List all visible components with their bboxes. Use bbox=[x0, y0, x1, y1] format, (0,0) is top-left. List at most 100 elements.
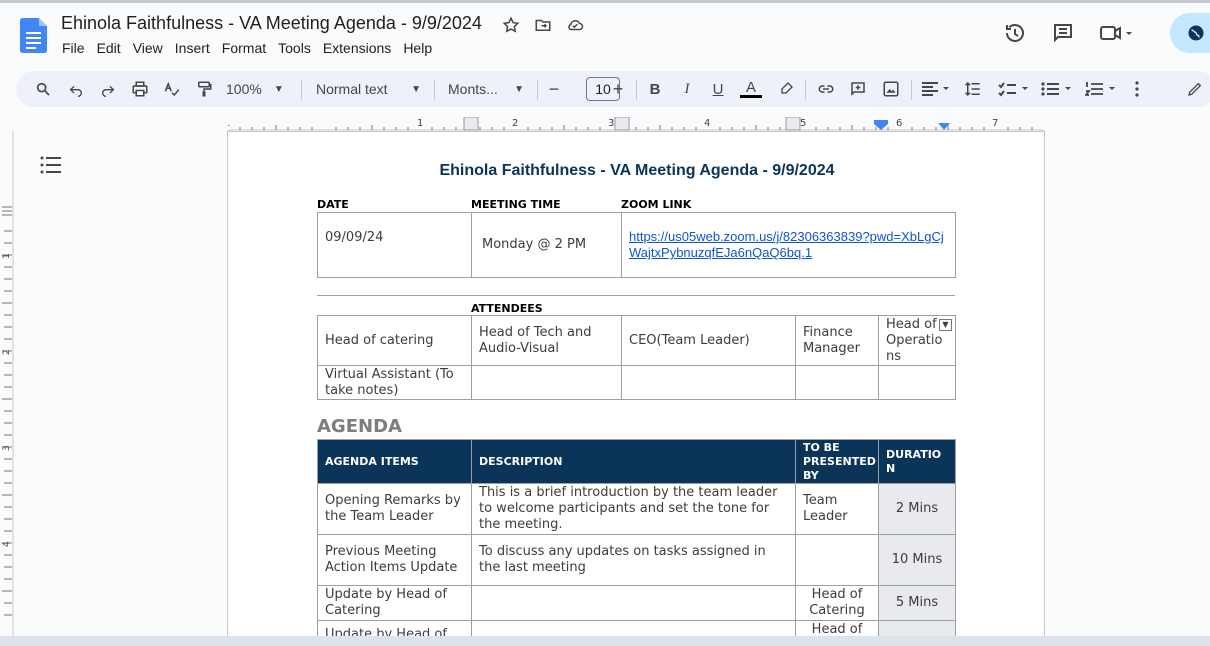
share-button[interactable] bbox=[1170, 13, 1210, 53]
bulleted-list-icon[interactable] bbox=[1039, 71, 1075, 107]
text-color-icon[interactable]: A bbox=[739, 71, 763, 107]
paint-format-icon[interactable] bbox=[193, 71, 215, 107]
menu-bar: File Edit View Insert Format Tools Exten… bbox=[62, 40, 444, 56]
agenda-item: Update by Head of Catering bbox=[317, 585, 472, 621]
toolbar-divider bbox=[301, 80, 302, 100]
zoom-select[interactable]: 100% ▼ bbox=[226, 71, 290, 107]
agenda-description: To discuss any updates on tasks assigned… bbox=[471, 534, 796, 586]
spellcheck-icon[interactable] bbox=[161, 71, 183, 107]
italic-icon[interactable]: I bbox=[677, 71, 697, 107]
decrease-font-size-icon[interactable]: − bbox=[545, 71, 563, 107]
menu-extensions[interactable]: Extensions bbox=[323, 40, 391, 56]
meeting-time-label: MEETING TIME bbox=[471, 198, 561, 211]
numbered-list-icon[interactable] bbox=[1083, 71, 1119, 107]
star-icon[interactable] bbox=[500, 14, 522, 36]
zoom-link-label: ZOOM LINK bbox=[621, 198, 692, 211]
date-value: 09/09/24 bbox=[317, 212, 472, 278]
agenda-presenter: Head of Catering bbox=[795, 585, 879, 621]
menu-view[interactable]: View bbox=[133, 40, 163, 56]
chevron-down-icon: ▼ bbox=[514, 83, 524, 95]
menu-insert[interactable]: Insert bbox=[175, 40, 210, 56]
underline-icon[interactable]: U bbox=[708, 71, 728, 107]
ruler-number: 2 bbox=[2, 349, 12, 355]
cloud-saved-icon[interactable] bbox=[564, 14, 586, 36]
attendee-cell: Head of Tech and Audio-Visual bbox=[471, 315, 622, 366]
redo-icon[interactable] bbox=[97, 71, 119, 107]
agenda-description bbox=[471, 585, 796, 621]
table-row: Update by Head of Catering Head of Cater… bbox=[317, 585, 956, 621]
toolbar: 100% ▼ Normal text ▼ Monts... ▼ − 10 + B I … bbox=[16, 71, 1210, 107]
add-comment-icon[interactable] bbox=[847, 71, 869, 107]
agenda-header: DESCRIPTION bbox=[471, 439, 796, 484]
document-heading: Ehinola Faithfulness - VA Meeting Agenda… bbox=[439, 162, 835, 179]
date-label: DATE bbox=[317, 198, 349, 211]
agenda-header: AGENDA ITEMS bbox=[317, 439, 472, 484]
toolbar-divider bbox=[805, 80, 806, 100]
attendee-cell: Head of catering bbox=[317, 315, 472, 366]
meet-video-icon[interactable] bbox=[1096, 18, 1136, 48]
version-history-icon[interactable] bbox=[1000, 18, 1030, 48]
ruler-number: 1 bbox=[2, 253, 12, 259]
print-icon[interactable] bbox=[129, 71, 151, 107]
attendees-table: Head of catering Head of Tech and Audio-… bbox=[317, 315, 956, 400]
agenda-presenter bbox=[795, 534, 879, 586]
horizontal-divider bbox=[317, 295, 955, 296]
chevron-down-icon: ▼ bbox=[273, 83, 284, 95]
ruler-number: 4 bbox=[704, 118, 710, 129]
menu-format[interactable]: Format bbox=[222, 40, 266, 56]
font-select[interactable]: Monts... ▼ bbox=[448, 71, 524, 107]
toolbar-divider bbox=[911, 80, 912, 100]
bottom-edge bbox=[0, 636, 1210, 646]
agenda-item: Opening Remarks by the Team Leader bbox=[317, 483, 472, 535]
attendee-cell: Head of Operations ▼ bbox=[878, 315, 956, 366]
agenda-item: Previous Meeting Action Items Update bbox=[317, 534, 472, 586]
horizontal-ruler[interactable]: 1 1 2 3 4 5 6 7 bbox=[228, 117, 1044, 131]
increase-font-size-icon[interactable]: + bbox=[609, 71, 627, 107]
ruler-number: 4 bbox=[2, 541, 12, 547]
more-options-icon[interactable] bbox=[1129, 71, 1145, 107]
window-top-border bbox=[0, 0, 1210, 3]
ruler-number: 6 bbox=[896, 118, 902, 129]
style-value: Normal text bbox=[316, 81, 388, 97]
agenda-header: TO BE PRESENTED BY bbox=[795, 439, 879, 484]
agenda-presenter: Team Leader bbox=[795, 483, 879, 535]
docs-logo-icon[interactable] bbox=[20, 18, 47, 53]
paragraph-style-select[interactable]: Normal text ▼ bbox=[316, 71, 421, 107]
document-outline-icon[interactable] bbox=[40, 156, 62, 179]
insert-image-icon[interactable] bbox=[880, 71, 902, 107]
document-title[interactable]: Ehinola Faithfulness - VA Meeting Agenda… bbox=[61, 13, 482, 34]
attendee-cell: Virtual Assistant (To take notes) bbox=[317, 365, 472, 400]
empty-cell bbox=[878, 365, 956, 400]
toolbar-divider bbox=[636, 80, 637, 100]
attendee-name: Head of Operations bbox=[886, 316, 943, 364]
checklist-icon[interactable] bbox=[996, 71, 1032, 107]
editing-mode-icon[interactable] bbox=[1184, 71, 1206, 107]
chevron-down-icon: ▼ bbox=[411, 83, 421, 95]
zoom-link[interactable]: https://us05web.zoom.us/j/82306363839?pw… bbox=[629, 229, 948, 261]
move-folder-icon[interactable] bbox=[532, 14, 554, 36]
vertical-ruler[interactable]: 1 2 3 4 bbox=[0, 131, 14, 636]
agenda-duration: 2 Mins bbox=[878, 483, 956, 535]
meeting-info-table: 09/09/24 Monday @ 2 PM https://us05web.z… bbox=[317, 212, 956, 278]
menu-file[interactable]: File bbox=[62, 40, 85, 56]
agenda-duration: 10 Mins bbox=[878, 534, 956, 586]
document-page[interactable]: Ehinola Faithfulness - VA Meeting Agenda… bbox=[227, 131, 1045, 646]
undo-icon[interactable] bbox=[65, 71, 87, 107]
ruler-number: 5 bbox=[800, 118, 806, 129]
bold-icon[interactable]: B bbox=[645, 71, 665, 107]
search-menus-icon[interactable] bbox=[32, 71, 54, 107]
ruler-number: 1 bbox=[228, 118, 230, 129]
ruler-number: 7 bbox=[992, 118, 998, 129]
align-menu-icon[interactable] bbox=[919, 71, 953, 107]
line-spacing-icon[interactable] bbox=[962, 71, 984, 107]
menu-edit[interactable]: Edit bbox=[97, 40, 121, 56]
comments-icon[interactable] bbox=[1048, 18, 1078, 48]
highlight-color-icon[interactable] bbox=[776, 71, 796, 107]
table-row: Opening Remarks by the Team Leader This … bbox=[317, 483, 956, 535]
font-value: Monts... bbox=[448, 81, 498, 97]
menu-tools[interactable]: Tools bbox=[278, 40, 311, 56]
agenda-table: AGENDA ITEMS DESCRIPTION TO BE PRESENTED… bbox=[317, 439, 956, 646]
dropdown-chip-icon[interactable]: ▼ bbox=[939, 319, 952, 331]
menu-help[interactable]: Help bbox=[403, 40, 432, 56]
insert-link-icon[interactable] bbox=[815, 71, 837, 107]
